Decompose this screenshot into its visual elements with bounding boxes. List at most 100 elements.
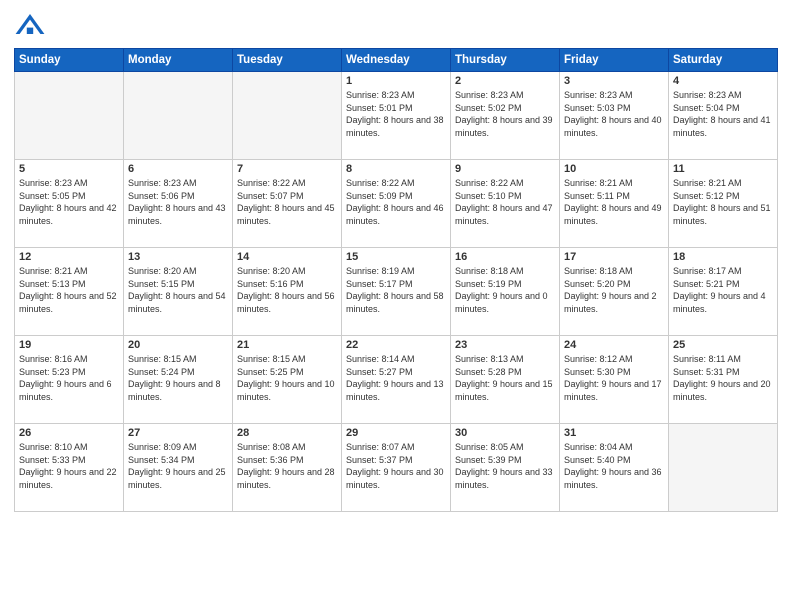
day-info: Sunrise: 8:20 AMSunset: 5:16 PMDaylight:…	[237, 265, 337, 315]
day-number: 29	[346, 427, 446, 439]
day-info: Sunrise: 8:16 AMSunset: 5:23 PMDaylight:…	[19, 353, 119, 403]
calendar-cell: 29 Sunrise: 8:07 AMSunset: 5:37 PMDayligh…	[342, 424, 451, 512]
day-number: 28	[237, 427, 337, 439]
calendar-cell: 26 Sunrise: 8:10 AMSunset: 5:33 PMDayligh…	[15, 424, 124, 512]
weekday-monday: Monday	[124, 49, 233, 72]
calendar-cell: 20 Sunrise: 8:15 AMSunset: 5:24 PMDayligh…	[124, 336, 233, 424]
day-info: Sunrise: 8:23 AMSunset: 5:02 PMDaylight:…	[455, 89, 555, 139]
day-number: 18	[673, 251, 773, 263]
calendar-cell: 19 Sunrise: 8:16 AMSunset: 5:23 PMDayligh…	[15, 336, 124, 424]
day-number: 22	[346, 339, 446, 351]
calendar-cell: 21 Sunrise: 8:15 AMSunset: 5:25 PMDayligh…	[233, 336, 342, 424]
weekday-saturday: Saturday	[669, 49, 778, 72]
day-number: 20	[128, 339, 228, 351]
day-number: 24	[564, 339, 664, 351]
week-row-2: 12Sunrise: 8:21 AMSunset: 5:13 PMDayligh…	[15, 248, 778, 336]
calendar-cell: 23 Sunrise: 8:13 AMSunset: 5:28 PMDayligh…	[451, 336, 560, 424]
calendar-cell: 5Sunrise: 8:23 AMSunset: 5:05 PMDaylight…	[15, 160, 124, 248]
day-info: Sunrise: 8:04 AMSunset: 5:40 PMDaylight:…	[564, 441, 664, 491]
day-info: Sunrise: 8:21 AMSunset: 5:12 PMDaylight:…	[673, 177, 773, 227]
day-info: Sunrise: 8:08 AMSunset: 5:36 PMDaylight:…	[237, 441, 337, 491]
weekday-sunday: Sunday	[15, 49, 124, 72]
day-number: 4	[673, 75, 773, 87]
calendar-cell: 6 Sunrise: 8:23 AMSunset: 5:06 PMDaylight…	[124, 160, 233, 248]
calendar: SundayMondayTuesdayWednesdayThursdayFrid…	[14, 48, 778, 512]
weekday-row: SundayMondayTuesdayWednesdayThursdayFrid…	[15, 49, 778, 72]
calendar-cell: 16Sunrise: 8:18 AMSunset: 5:19 PMDayligh…	[451, 248, 560, 336]
day-info: Sunrise: 8:22 AMSunset: 5:10 PMDaylight:…	[455, 177, 555, 227]
calendar-cell: 24 Sunrise: 8:12 AMSunset: 5:30 PMDayligh…	[560, 336, 669, 424]
day-number: 13	[128, 251, 228, 263]
day-number: 21	[237, 339, 337, 351]
day-info: Sunrise: 8:15 AMSunset: 5:25 PMDaylight:…	[237, 353, 337, 403]
day-info: Sunrise: 8:11 AMSunset: 5:31 PMDaylight:…	[673, 353, 773, 403]
day-info: Sunrise: 8:13 AMSunset: 5:28 PMDaylight:…	[455, 353, 555, 403]
day-number: 10	[564, 163, 664, 175]
calendar-body: 1 Sunrise: 8:23 AMSunset: 5:01 PMDaylight…	[15, 72, 778, 512]
calendar-cell: 14 Sunrise: 8:20 AMSunset: 5:16 PMDayligh…	[233, 248, 342, 336]
day-number: 1	[346, 75, 446, 87]
calendar-cell: 31 Sunrise: 8:04 AMSunset: 5:40 PMDayligh…	[560, 424, 669, 512]
day-number: 7	[237, 163, 337, 175]
day-info: Sunrise: 8:07 AMSunset: 5:37 PMDaylight:…	[346, 441, 446, 491]
day-info: Sunrise: 8:22 AMSunset: 5:07 PMDaylight:…	[237, 177, 337, 227]
calendar-cell: 12Sunrise: 8:21 AMSunset: 5:13 PMDayligh…	[15, 248, 124, 336]
day-info: Sunrise: 8:20 AMSunset: 5:15 PMDaylight:…	[128, 265, 228, 315]
calendar-cell: 7 Sunrise: 8:22 AMSunset: 5:07 PMDaylight…	[233, 160, 342, 248]
weekday-wednesday: Wednesday	[342, 49, 451, 72]
calendar-cell: 11 Sunrise: 8:21 AMSunset: 5:12 PMDayligh…	[669, 160, 778, 248]
day-number: 31	[564, 427, 664, 439]
calendar-header: SundayMondayTuesdayWednesdayThursdayFrid…	[15, 49, 778, 72]
calendar-cell	[669, 424, 778, 512]
calendar-cell: 4Sunrise: 8:23 AMSunset: 5:04 PMDaylight…	[669, 72, 778, 160]
calendar-cell: 25 Sunrise: 8:11 AMSunset: 5:31 PMDayligh…	[669, 336, 778, 424]
calendar-cell	[233, 72, 342, 160]
calendar-cell: 10Sunrise: 8:21 AMSunset: 5:11 PMDayligh…	[560, 160, 669, 248]
logo-icon	[14, 10, 46, 42]
day-number: 9	[455, 163, 555, 175]
day-number: 14	[237, 251, 337, 263]
day-info: Sunrise: 8:10 AMSunset: 5:33 PMDaylight:…	[19, 441, 119, 491]
day-info: Sunrise: 8:23 AMSunset: 5:03 PMDaylight:…	[564, 89, 664, 139]
day-number: 25	[673, 339, 773, 351]
week-row-0: 1 Sunrise: 8:23 AMSunset: 5:01 PMDaylight…	[15, 72, 778, 160]
calendar-cell	[15, 72, 124, 160]
header	[14, 10, 778, 42]
day-info: Sunrise: 8:18 AMSunset: 5:20 PMDaylight:…	[564, 265, 664, 315]
calendar-cell: 17 Sunrise: 8:18 AMSunset: 5:20 PMDayligh…	[560, 248, 669, 336]
day-info: Sunrise: 8:22 AMSunset: 5:09 PMDaylight:…	[346, 177, 446, 227]
calendar-cell: 30 Sunrise: 8:05 AMSunset: 5:39 PMDayligh…	[451, 424, 560, 512]
day-info: Sunrise: 8:23 AMSunset: 5:01 PMDaylight:…	[346, 89, 446, 139]
day-number: 19	[19, 339, 119, 351]
day-info: Sunrise: 8:12 AMSunset: 5:30 PMDaylight:…	[564, 353, 664, 403]
day-number: 8	[346, 163, 446, 175]
day-number: 23	[455, 339, 555, 351]
calendar-cell: 3Sunrise: 8:23 AMSunset: 5:03 PMDaylight…	[560, 72, 669, 160]
calendar-cell: 27 Sunrise: 8:09 AMSunset: 5:34 PMDayligh…	[124, 424, 233, 512]
calendar-cell: 8 Sunrise: 8:22 AMSunset: 5:09 PMDaylight…	[342, 160, 451, 248]
day-number: 26	[19, 427, 119, 439]
week-row-3: 19 Sunrise: 8:16 AMSunset: 5:23 PMDayligh…	[15, 336, 778, 424]
calendar-cell: 9 Sunrise: 8:22 AMSunset: 5:10 PMDaylight…	[451, 160, 560, 248]
day-number: 2	[455, 75, 555, 87]
day-number: 17	[564, 251, 664, 263]
calendar-cell	[124, 72, 233, 160]
day-number: 6	[128, 163, 228, 175]
calendar-cell: 18Sunrise: 8:17 AMSunset: 5:21 PMDayligh…	[669, 248, 778, 336]
day-info: Sunrise: 8:19 AMSunset: 5:17 PMDaylight:…	[346, 265, 446, 315]
day-number: 16	[455, 251, 555, 263]
week-row-4: 26 Sunrise: 8:10 AMSunset: 5:33 PMDayligh…	[15, 424, 778, 512]
day-number: 11	[673, 163, 773, 175]
day-info: Sunrise: 8:15 AMSunset: 5:24 PMDaylight:…	[128, 353, 228, 403]
weekday-friday: Friday	[560, 49, 669, 72]
day-info: Sunrise: 8:23 AMSunset: 5:05 PMDaylight:…	[19, 177, 119, 227]
calendar-cell: 28 Sunrise: 8:08 AMSunset: 5:36 PMDayligh…	[233, 424, 342, 512]
week-row-1: 5Sunrise: 8:23 AMSunset: 5:05 PMDaylight…	[15, 160, 778, 248]
day-number: 27	[128, 427, 228, 439]
day-number: 12	[19, 251, 119, 263]
day-number: 15	[346, 251, 446, 263]
day-info: Sunrise: 8:05 AMSunset: 5:39 PMDaylight:…	[455, 441, 555, 491]
day-info: Sunrise: 8:09 AMSunset: 5:34 PMDaylight:…	[128, 441, 228, 491]
day-info: Sunrise: 8:23 AMSunset: 5:06 PMDaylight:…	[128, 177, 228, 227]
day-number: 30	[455, 427, 555, 439]
